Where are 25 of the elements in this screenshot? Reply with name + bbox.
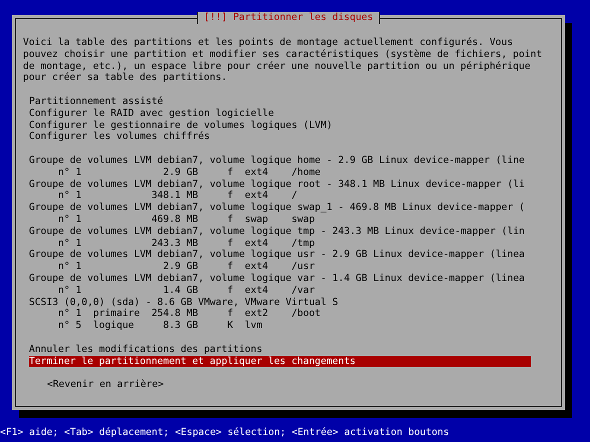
menu-item[interactable]: Groupe de volumes LVM debian7, volume logique tmp - 243.3 MB Linux device-mapper (lin: [29, 226, 531, 238]
menu-item[interactable]: n° 5 logique 8.3 GB K lvm: [29, 320, 531, 332]
dialog-title: [!!] Partitionner les disques: [196, 12, 380, 24]
menu-item[interactable]: Configurer les volumes chiffrés: [29, 131, 531, 144]
menu-item[interactable]: n° 1 348.1 MB f ext4 /: [29, 190, 531, 202]
menu-item[interactable]: Groupe de volumes LVM debian7, volume logique var - 1.4 GB Linux device-mapper (linea: [29, 272, 531, 285]
menu-item[interactable]: Groupe de volumes LVM debian7, volume logique home - 2.9 GB Linux device-mapper (line: [29, 154, 531, 167]
menu-item[interactable]: Configurer le RAID avec gestion logicielle: [29, 108, 531, 120]
menu-item[interactable]: n° 1 primaire 254.8 MB f ext2 /boot: [29, 308, 531, 320]
menu-item[interactable]: Configurer le gestionnaire de volumes logiques (LVM): [29, 120, 531, 132]
menu-item[interactable]: n° 1 243.3 MB f ext4 /tmp: [29, 238, 531, 250]
back-button[interactable]: <Revenir en arrière>: [47, 379, 164, 391]
menu-item[interactable]: Terminer le partitionnement et appliquer les changements: [29, 356, 531, 368]
menu-item[interactable]: Groupe de volumes LVM debian7, volume logique root - 348.1 MB Linux device-mapper (li: [29, 178, 531, 190]
menu-item[interactable]: SCSI3 (0,0,0) (sda) - 8.6 GB VMware, VMware Virtual S: [29, 296, 531, 308]
intro-text: Voici la table des partitions et les points de montage actuellement configurés. Vous pouvez choisir une partition et modifier ses caractéristiques (système de fichiers, point de montage, etc.), un espace libre pour créer une nouvelle partition ou un périphérique pour créer sa table des partitions.: [23, 37, 544, 84]
menu-item[interactable]: n° 1 469.8 MB f swap swap: [29, 214, 531, 226]
menu-item[interactable]: Annuler les modifications des partitions: [29, 344, 531, 356]
menu-item[interactable]: Partitionnement assisté: [29, 96, 531, 108]
menu-item[interactable]: Groupe de volumes LVM debian7, volume logique swap_1 - 469.8 MB Linux device-mapper (: [29, 202, 531, 214]
menu-item[interactable]: Groupe de volumes LVM debian7, volume logique usr - 2.9 GB Linux device-mapper (linea: [29, 249, 531, 262]
menu-item[interactable]: n° 1 2.9 GB f ext4 /home: [29, 166, 531, 179]
menu-item[interactable]: n° 1 2.9 GB f ext4 /usr: [29, 261, 531, 273]
menu-item[interactable]: n° 1 1.4 GB f ext4 /var: [29, 284, 531, 297]
key-help-text: <F1> aide; <Tab> déplacement; <Espace> sélection; <Entrée> activation boutons: [0, 427, 450, 439]
